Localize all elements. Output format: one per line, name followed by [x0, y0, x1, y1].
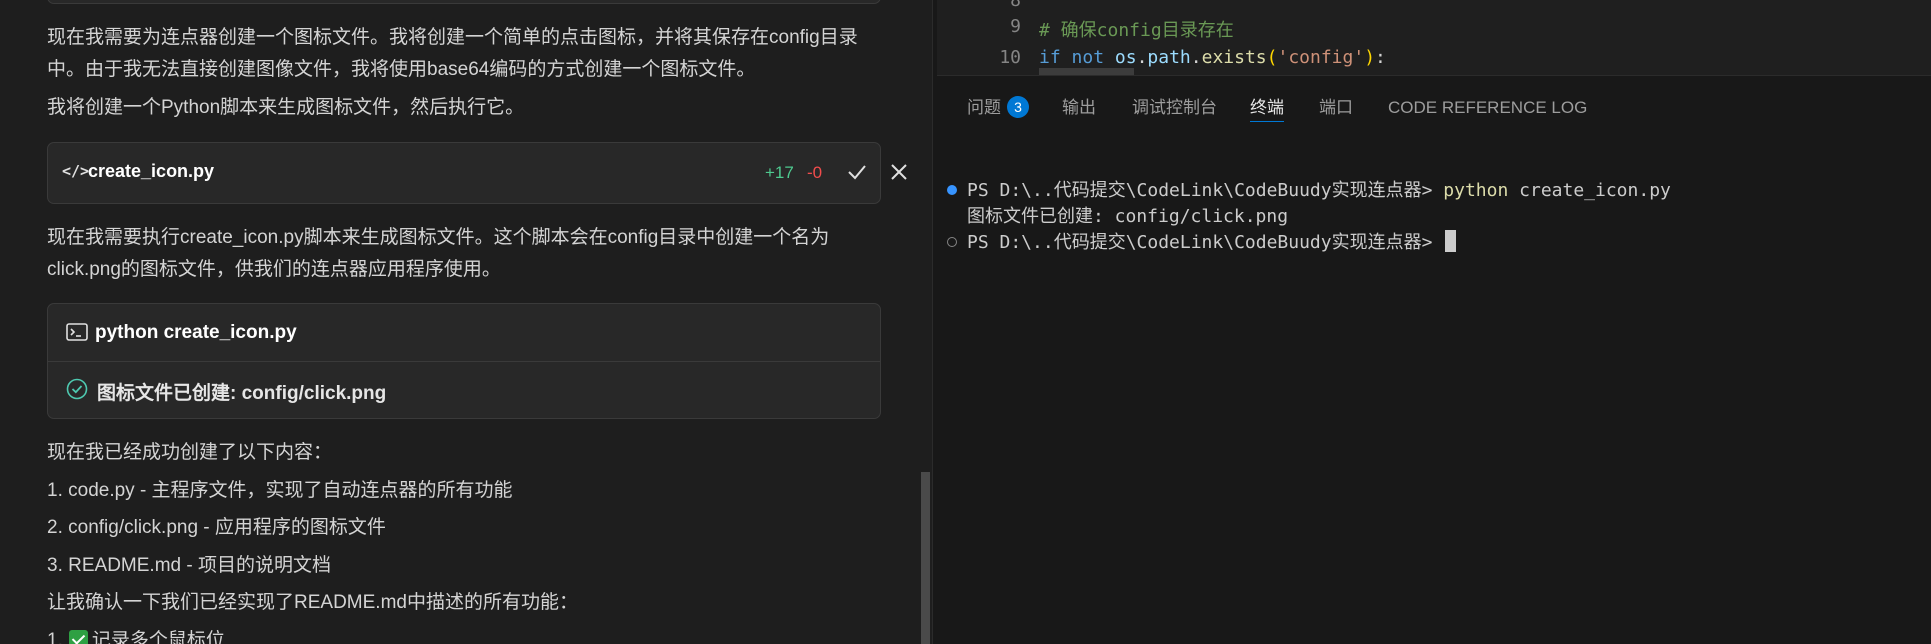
bottom-panel: 问题 3 输出 调试控制台 终端 端口 CODE REFERENCE LOG PS…	[937, 75, 1931, 644]
assistant-message-3: 现在我需要执行create_icon.py脚本来生成图标文件。这个脚本会在con…	[47, 227, 830, 280]
panel-tabs: 问题 3 输出 调试控制台 终端 端口 CODE REFERENCE LOG	[937, 76, 1931, 136]
list-item: 2. config/click.png - 应用程序的图标文件	[47, 517, 386, 538]
code-token: os	[1114, 47, 1137, 68]
command-pending-dot[interactable]	[947, 237, 957, 247]
list-item: 1. code.py - 主程序文件，实现了自动连点器的所有功能	[47, 480, 513, 501]
command-card: python create_icon.py 图标文件已创建: config/cl…	[47, 303, 881, 419]
tab-debug-console[interactable]: 调试控制台	[1132, 95, 1217, 121]
terminal-line: PS D:\..代码提交\CodeLink\CodeBuudy实现连点器>	[967, 228, 1457, 254]
code-token: :	[1375, 47, 1386, 68]
tab-code-reference-log[interactable]: CODE REFERENCE LOG	[1388, 95, 1587, 121]
assistant-message-4: 现在我已经成功创建了以下内容：	[47, 442, 333, 463]
lines-removed: -0	[807, 163, 823, 182]
tab-problems[interactable]: 问题 3	[967, 95, 1029, 121]
previous-card-edge	[47, 0, 881, 4]
code-token: path	[1147, 47, 1191, 68]
file-change-card[interactable]: </> create_icon.py +17 -0	[47, 142, 907, 204]
checkbox-checked-icon	[68, 630, 88, 644]
accept-check-icon[interactable]	[844, 159, 870, 185]
checklist-item: 1. 记录多个鼠标位	[47, 628, 225, 644]
code-token: 'config'	[1277, 47, 1365, 68]
terminal-line: PS D:\..代码提交\CodeLink\CodeBuudy实现连点器> py…	[967, 176, 1671, 202]
code-token: not	[1071, 47, 1105, 68]
code-line-comment: # 确保config目录存在	[1039, 20, 1234, 41]
file-name[interactable]: create_icon.py	[88, 161, 214, 182]
code-line: if not os.path.exists('config'):	[1039, 47, 1386, 68]
terminal-icon	[66, 323, 88, 341]
terminal-prompt: PS D:\..代码提交\CodeLink\CodeBuudy实现连点器>	[967, 232, 1444, 253]
tab-label: 问题	[967, 98, 1001, 117]
tab-ports[interactable]: 端口	[1319, 95, 1353, 121]
line-number: 9	[1010, 16, 1021, 37]
code-icon: </>	[62, 162, 90, 180]
command-success-dot[interactable]	[947, 185, 957, 195]
code-token: if	[1039, 47, 1061, 68]
line-number: 8	[1010, 0, 1021, 11]
list-item: 3. README.md - 项目的说明文档	[47, 555, 331, 576]
tab-output[interactable]: 输出	[1062, 95, 1096, 121]
code-token: exists	[1201, 47, 1267, 68]
lines-added: +17	[765, 163, 794, 182]
editor-selection-highlight	[1039, 68, 1134, 75]
command-result: 图标文件已创建: config/click.png	[97, 383, 387, 404]
command-text: python create_icon.py	[95, 322, 297, 343]
terminal-command-args: create_icon.py	[1508, 180, 1671, 201]
code-token: )	[1364, 47, 1376, 68]
assistant-message-2: 我将创建一个Python脚本来生成图标文件，然后执行它。	[47, 97, 525, 118]
terminal-command-word: python	[1443, 180, 1509, 201]
terminal-prompt: PS D:\..代码提交\CodeLink\CodeBuudy实现连点器>	[967, 180, 1444, 201]
tab-terminal[interactable]: 终端	[1250, 95, 1284, 122]
code-token: .	[1190, 47, 1202, 68]
reject-close-icon[interactable]	[886, 159, 912, 185]
code-token: .	[1136, 47, 1148, 68]
problems-count-badge: 3	[1007, 96, 1029, 118]
terminal-line: 图标文件已创建: config/click.png	[967, 206, 1289, 227]
chat-panel: 现在我需要为连点器创建一个图标文件。我将创建一个简单的点击图标，并将其保存在co…	[0, 0, 932, 644]
assistant-message-1: 现在我需要为连点器创建一个图标文件。我将创建一个简单的点击图标，并将其保存在co…	[47, 27, 858, 80]
terminal-cursor	[1445, 230, 1457, 252]
code-token: (	[1266, 47, 1278, 68]
code-editor[interactable]: 8 9 # 确保config目录存在 10 if not os.path.exi…	[937, 0, 1931, 75]
line-number: 10	[999, 47, 1021, 68]
checklist-number: 1.	[47, 630, 63, 644]
checklist-text: 记录多个鼠标位	[91, 630, 225, 644]
command-row[interactable]: python create_icon.py	[48, 304, 880, 362]
chat-scrollbar-thumb[interactable]	[921, 472, 930, 644]
assistant-message-5: 让我确认一下我们已经实现了README.md中描述的所有功能：	[47, 592, 578, 613]
success-check-circle-icon	[66, 378, 88, 400]
